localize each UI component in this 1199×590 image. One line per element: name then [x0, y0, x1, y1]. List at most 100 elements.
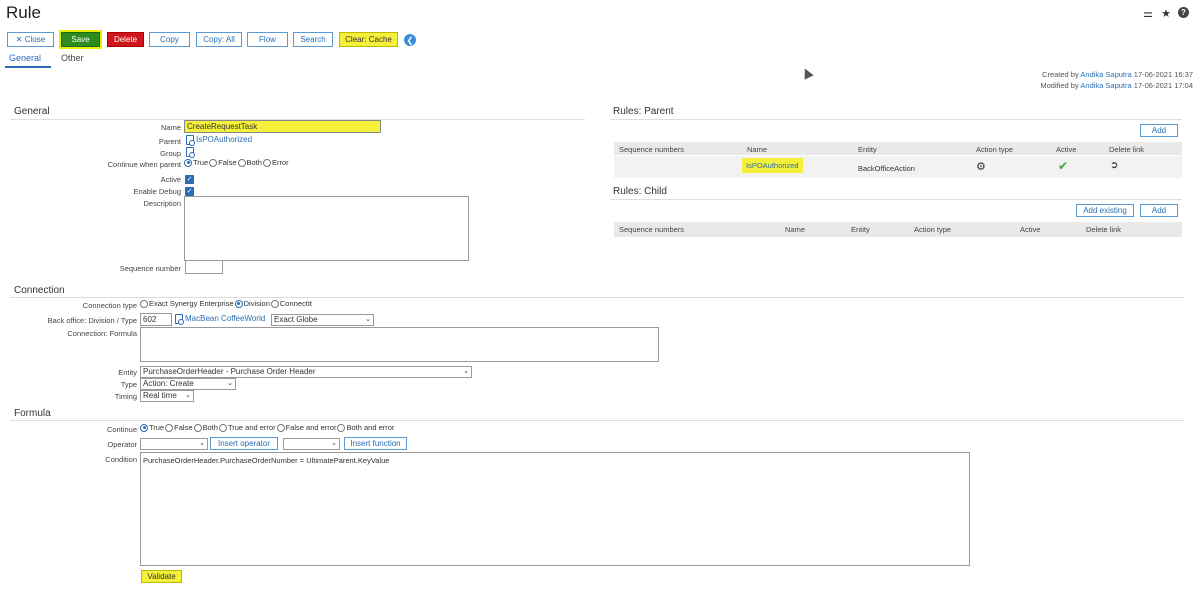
validate-button[interactable]: Validate [141, 570, 182, 583]
operator-label: Operator [107, 440, 137, 449]
modified-by-link[interactable]: Andika Saputra [1080, 81, 1131, 90]
section-general-title: General [14, 106, 50, 117]
description-textarea[interactable] [184, 196, 469, 261]
col-sequence-numbers[interactable]: Sequence numbers [619, 225, 684, 234]
name-input[interactable]: CreateRequestTask [184, 120, 381, 133]
continue-when-parent-radios: True False Both Error [184, 158, 290, 167]
connection-formula-label: Connection: Formula [67, 329, 137, 338]
section-formula-title: Formula [14, 408, 51, 419]
tab-other[interactable]: Other [61, 53, 84, 63]
copy-button[interactable]: Copy [149, 32, 190, 47]
backoffice-type-select[interactable]: Exact Globe ⌄ [271, 314, 374, 326]
entity-select[interactable]: PurchaseOrderHeader - Purchase Order Hea… [140, 366, 472, 378]
table-row[interactable]: IsPOAuthorized BackOfficeAction ⚙ ✔ ➲ [614, 156, 1182, 178]
sequence-number-label: Sequence number [119, 264, 181, 273]
radio-both-and-error[interactable] [337, 423, 346, 432]
close-button[interactable]: ✕ Close [7, 32, 54, 47]
enable-debug-checkbox[interactable]: ✓ [185, 187, 194, 196]
group-field [186, 147, 196, 158]
delete-button[interactable]: Delete [107, 32, 144, 47]
lookup-icon[interactable] [186, 135, 195, 146]
radio-true[interactable] [140, 423, 148, 432]
col-active[interactable]: Active [1056, 145, 1076, 154]
gears-icon: ⚙ [976, 161, 986, 173]
radio-both[interactable] [193, 423, 202, 432]
parent-link[interactable]: IsPOAuthorized [196, 135, 252, 144]
insert-operator-button[interactable]: Insert operator [210, 437, 278, 450]
condition-textarea[interactable]: PurchaseOrderHeader.PurchaseOrderNumber … [140, 452, 970, 566]
col-active[interactable]: Active [1020, 225, 1040, 234]
divider [10, 420, 1185, 421]
col-action-type[interactable]: Action type [914, 225, 951, 234]
connection-formula-textarea[interactable] [140, 327, 659, 362]
lookup-icon[interactable] [175, 314, 184, 325]
save-button[interactable]: Save [61, 32, 100, 47]
col-action-type[interactable]: Action type [976, 145, 1013, 154]
active-checkbox[interactable]: ✓ [185, 175, 194, 184]
insert-function-button[interactable]: Insert function [344, 437, 407, 450]
timing-select[interactable]: Real time ⌄ [140, 390, 194, 402]
continue-when-parent-label: Continue when parent [107, 160, 181, 169]
connection-type-label: Connection type [82, 301, 137, 310]
rules-child-add-existing-button[interactable]: Add existing [1076, 204, 1134, 217]
created-by-link[interactable]: Andika Saputra [1080, 70, 1131, 79]
copy-all-button[interactable]: Copy: All [196, 32, 242, 47]
col-entity[interactable]: Entity [851, 225, 870, 234]
name-label: Name [160, 123, 181, 132]
entity-label: Entity [118, 368, 137, 377]
division-input[interactable]: 602 [140, 313, 172, 326]
radio-exact-synergy[interactable] [140, 299, 148, 308]
mouse-cursor-icon [800, 66, 814, 80]
header-icons: ⚌ ★ ? [1142, 7, 1189, 20]
chevron-down-icon: ⌄ [463, 368, 469, 375]
function-select[interactable]: ⌄ [283, 438, 340, 450]
radio-connectit[interactable] [270, 299, 279, 308]
modified-info: Modified by Andika Saputra 17-06-2021 17… [1040, 81, 1193, 90]
col-entity[interactable]: Entity [858, 145, 877, 154]
tab-general[interactable]: General [9, 53, 41, 63]
radio-true[interactable] [184, 158, 192, 167]
radio-division[interactable] [234, 299, 243, 308]
col-delete-link[interactable]: Delete link [1109, 145, 1144, 154]
help-icon[interactable]: ? [1178, 7, 1189, 18]
rules-child-title: Rules: Child [613, 186, 667, 197]
division-link[interactable]: MacBean CoffeeWorld [185, 314, 265, 323]
rules-parent-add-button[interactable]: Add [1140, 124, 1178, 137]
col-name[interactable]: Name [747, 145, 767, 154]
binoculars-icon[interactable]: ⚌ [1142, 7, 1154, 20]
col-sequence-numbers[interactable]: Sequence numbers [619, 145, 684, 154]
radio-true-and-error[interactable] [218, 423, 227, 432]
star-icon[interactable]: ★ [1160, 7, 1172, 20]
formula-continue-radios: True False Both True and error False and… [140, 423, 395, 432]
radio-both[interactable] [237, 158, 246, 167]
timing-label: Timing [114, 392, 137, 401]
backoffice-label: Back office: Division / Type [47, 316, 137, 325]
flow-button[interactable]: Flow [247, 32, 288, 47]
rules-child-header: Sequence numbers Name Entity Action type… [614, 222, 1182, 237]
divider [610, 119, 1182, 120]
radio-false[interactable] [209, 158, 218, 167]
rules-child-add-button[interactable]: Add [1140, 204, 1178, 217]
operator-select[interactable]: ⌄ [140, 438, 208, 450]
search-button[interactable]: Search [293, 32, 333, 47]
back-icon[interactable]: ❮ [404, 34, 416, 46]
clear-cache-button[interactable]: Clear: Cache [339, 32, 398, 47]
lookup-icon[interactable] [186, 147, 195, 158]
radio-false[interactable] [165, 423, 174, 432]
radio-false-and-error[interactable] [276, 423, 285, 432]
section-connection-title: Connection [14, 285, 65, 296]
col-delete-link[interactable]: Delete link [1086, 225, 1121, 234]
type-select[interactable]: Action: Create ⌄ [140, 378, 236, 390]
active-label: Active [160, 175, 181, 184]
delete-link-icon[interactable]: ➲ [1110, 160, 1118, 171]
parent-field: IsPOAuthorized [186, 135, 252, 146]
page-title: Rule [6, 3, 41, 22]
divider [10, 297, 1185, 298]
group-label: Group [160, 149, 181, 158]
chevron-down-icon: ⌄ [199, 440, 205, 447]
rule-name-link[interactable]: IsPOAuthorized [742, 158, 803, 173]
col-name[interactable]: Name [785, 225, 805, 234]
sequence-number-input[interactable] [185, 260, 223, 274]
chevron-down-icon: ⌄ [331, 440, 337, 447]
radio-error[interactable] [262, 158, 271, 167]
